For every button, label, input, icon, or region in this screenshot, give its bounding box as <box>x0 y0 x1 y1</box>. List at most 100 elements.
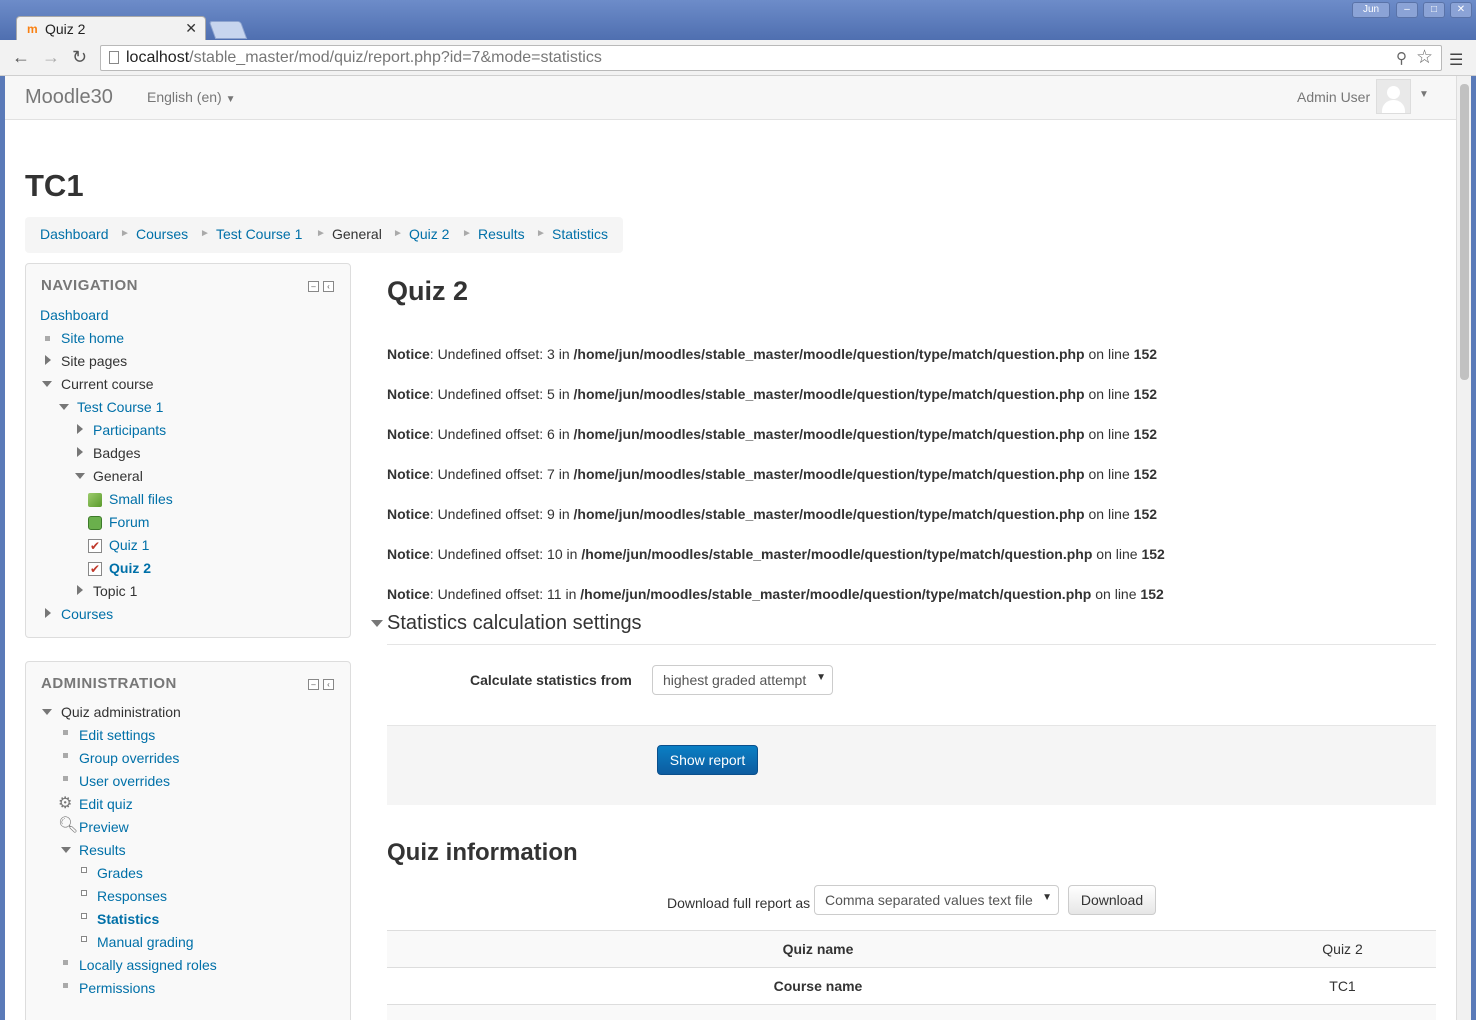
back-arrow-icon[interactable]: ← <box>12 47 30 68</box>
admin-permissions[interactable]: Permissions <box>79 980 155 996</box>
expand-icon[interactable] <box>45 355 51 365</box>
breadcrumb-statistics[interactable]: Statistics <box>552 226 608 242</box>
bullet-icon <box>63 730 68 735</box>
browser-menu-icon[interactable]: ☰ <box>1449 50 1463 70</box>
nav-forum[interactable]: Forum <box>109 514 149 530</box>
address-bar[interactable]: localhost/stable_master/mod/quiz/report.… <box>100 45 1442 71</box>
php-notice: Notice: Undefined offset: 7 in /home/jun… <box>387 466 1158 482</box>
admin-edit-quiz[interactable]: Edit quiz <box>79 796 133 812</box>
admin-locally-assigned-roles[interactable]: Locally assigned roles <box>79 957 217 973</box>
nav-quiz-1[interactable]: Quiz 1 <box>109 537 149 553</box>
admin-edit-settings[interactable]: Edit settings <box>79 727 155 743</box>
nav-current-course[interactable]: Current course <box>61 376 154 392</box>
admin-quiz-administration[interactable]: Quiz administration <box>61 704 181 720</box>
breadcrumb-quiz-2[interactable]: Quiz 2 <box>409 226 449 242</box>
collapse-block-icon[interactable]: – <box>308 281 319 292</box>
breadcrumb-test-course-1[interactable]: Test Course 1 <box>216 226 302 242</box>
dropdown-arrow-icon: ▼ <box>1042 892 1052 903</box>
maximize-icon[interactable]: □ <box>1423 2 1445 18</box>
form-actions: Show report <box>387 725 1436 805</box>
site-brand[interactable]: Moodle30 <box>25 86 113 109</box>
admin-preview[interactable]: Preview <box>79 819 129 835</box>
reload-icon[interactable]: ↻ <box>72 47 87 68</box>
fieldset-collapse-icon[interactable] <box>371 620 383 627</box>
admin-manual-grading[interactable]: Manual grading <box>97 934 194 950</box>
download-format-select[interactable]: Comma separated values text file ▼ <box>814 885 1059 915</box>
magnifier-icon: 🔍︎ <box>58 817 79 834</box>
quiz-icon: ✔ <box>88 539 102 553</box>
scrollbar-thumb[interactable] <box>1460 84 1469 380</box>
php-notice: Notice: Undefined offset: 6 in /home/jun… <box>387 426 1158 442</box>
forward-arrow-icon[interactable]: → <box>42 47 60 68</box>
download-label: Download full report as <box>667 895 811 911</box>
user-menu-caret-icon[interactable]: ▼ <box>1419 89 1429 100</box>
page-heading: TC1 <box>25 168 84 203</box>
collapse-icon[interactable] <box>42 709 52 715</box>
user-menu-name[interactable]: Admin User <box>1297 89 1370 105</box>
bullet-icon <box>63 960 68 965</box>
collapse-icon[interactable] <box>59 404 69 410</box>
expand-icon[interactable] <box>77 447 83 457</box>
breadcrumb-separator-icon: ► <box>316 228 326 239</box>
moodle-navbar: Moodle30 English (en) ▼ Admin User ▼ <box>5 76 1456 120</box>
quiz-title: Quiz 2 <box>387 276 469 306</box>
expand-icon[interactable] <box>45 608 51 618</box>
collapse-block-icon[interactable]: – <box>308 679 319 690</box>
settings-legend[interactable]: Statistics calculation settings <box>387 612 642 635</box>
admin-user-overrides[interactable]: User overrides <box>79 773 170 789</box>
page-scrollbar[interactable] <box>1456 76 1471 1020</box>
nav-dashboard[interactable]: Dashboard <box>40 307 109 323</box>
dock-block-icon[interactable]: ‹ <box>323 281 334 292</box>
admin-responses[interactable]: Responses <box>97 888 167 904</box>
nav-general[interactable]: General <box>93 468 143 484</box>
bullet-icon <box>63 776 68 781</box>
breadcrumb-results[interactable]: Results <box>478 226 525 242</box>
nav-quiz-2[interactable]: Quiz 2 <box>109 560 151 576</box>
breadcrumb-courses[interactable]: Courses <box>136 226 188 242</box>
nav-badges[interactable]: Badges <box>93 445 140 461</box>
nav-courses[interactable]: Courses <box>61 606 113 622</box>
expand-icon[interactable] <box>77 585 83 595</box>
nav-topic-1[interactable]: Topic 1 <box>93 583 137 599</box>
nav-site-pages[interactable]: Site pages <box>61 353 127 369</box>
php-notice: Notice: Undefined offset: 3 in /home/jun… <box>387 346 1158 362</box>
calc-from-select[interactable]: highest graded attempt ▼ <box>652 665 833 695</box>
nav-small-files[interactable]: Small files <box>109 491 173 507</box>
quiz-information-heading: Quiz information <box>387 839 578 866</box>
language-menu[interactable]: English (en) ▼ <box>147 89 236 105</box>
admin-results[interactable]: Results <box>79 842 126 858</box>
php-notice: Notice: Undefined offset: 11 in /home/ju… <box>387 586 1164 602</box>
bullet-icon <box>45 336 50 341</box>
bookmark-star-icon[interactable]: ☆ <box>1416 46 1433 69</box>
download-button[interactable]: Download <box>1068 885 1156 915</box>
tab-close-icon[interactable]: ✕ <box>185 20 197 37</box>
new-tab-button[interactable] <box>208 21 248 39</box>
nav-site-home[interactable]: Site home <box>61 330 124 346</box>
forum-icon <box>88 516 102 530</box>
close-window-icon[interactable]: ✕ <box>1450 2 1472 18</box>
breadcrumb-dashboard[interactable]: Dashboard <box>40 226 109 242</box>
tab-title: Quiz 2 <box>45 21 86 37</box>
minimize-icon[interactable]: ‒ <box>1396 2 1418 18</box>
calc-from-label: Calculate statistics from <box>470 672 632 688</box>
browser-tab[interactable]: m Quiz 2 ✕ <box>16 16 206 40</box>
breadcrumb-separator-icon: ► <box>462 228 472 239</box>
nav-test-course-1[interactable]: Test Course 1 <box>77 399 163 415</box>
dock-block-icon[interactable]: ‹ <box>323 679 334 690</box>
admin-statistics[interactable]: Statistics <box>97 911 159 927</box>
avatar[interactable] <box>1376 79 1411 114</box>
key-icon[interactable]: ⚲ <box>1396 49 1407 67</box>
dropdown-arrow-icon: ▼ <box>816 672 826 683</box>
nav-participants[interactable]: Participants <box>93 422 166 438</box>
collapse-icon[interactable] <box>75 473 85 479</box>
square-bullet-icon <box>81 936 87 942</box>
collapse-icon[interactable] <box>42 381 52 387</box>
breadcrumb-general: General <box>332 226 382 242</box>
show-report-button[interactable]: Show report <box>657 745 758 775</box>
collapse-icon[interactable] <box>61 847 71 853</box>
breadcrumb-separator-icon: ► <box>120 228 130 239</box>
table-cell-value <box>1249 1004 1436 1020</box>
admin-grades[interactable]: Grades <box>97 865 143 881</box>
admin-group-overrides[interactable]: Group overrides <box>79 750 179 766</box>
expand-icon[interactable] <box>77 424 83 434</box>
